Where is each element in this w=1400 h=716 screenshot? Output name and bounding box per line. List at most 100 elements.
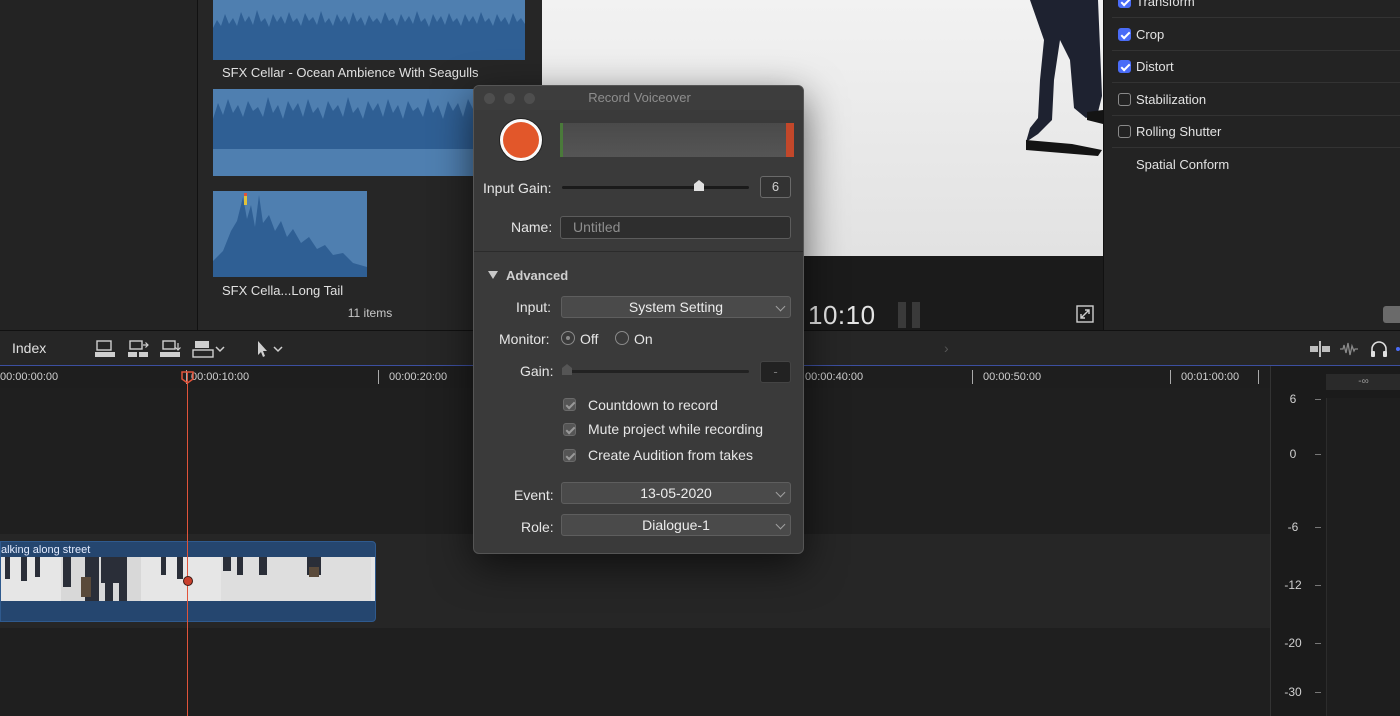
edit-options-chevron-icon[interactable] <box>214 339 226 359</box>
library-sidebar <box>0 0 198 330</box>
inspector-row-distort[interactable]: Distort <box>1112 51 1400 83</box>
clip-label-3: SFX Cella...Long Tail <box>222 283 344 298</box>
solo-indicator <box>1396 347 1400 351</box>
playhead[interactable] <box>187 372 188 716</box>
mute-project-checkbox[interactable] <box>563 423 576 436</box>
audio-meters: -∞ 6 0 -6 -12 -20 -30 <box>1270 366 1400 716</box>
crop-checkbox[interactable] <box>1118 28 1131 41</box>
stabilization-checkbox[interactable] <box>1118 93 1131 106</box>
input-popup[interactable]: System Setting <box>561 296 791 318</box>
ruler-tick <box>378 370 379 384</box>
record-voiceover-dialog: Record Voiceover Input Gain: 6 Name: Unt… <box>473 85 804 554</box>
meter-label: 6 <box>1289 392 1297 406</box>
countdown-checkbox[interactable] <box>563 398 576 411</box>
event-popup-value: 13-05-2020 <box>640 485 712 501</box>
monitor-on-label[interactable]: On <box>634 331 653 347</box>
browser-panel: SFX Cellar - Ocean Ambience With Seagull… <box>0 0 542 330</box>
crop-label: Crop <box>1136 27 1165 42</box>
skimming-icon[interactable] <box>1309 339 1331 359</box>
meter-tick <box>1315 399 1321 400</box>
monitor-off-radio[interactable] <box>561 331 575 345</box>
meter-tick <box>1315 454 1321 455</box>
ruler-label-2: 00:00:20:00 <box>389 371 448 383</box>
create-audition-label[interactable]: Create Audition from takes <box>588 447 753 463</box>
level-meter-red <box>786 123 794 157</box>
waveform-3 <box>213 193 367 277</box>
input-gain-slider[interactable] <box>562 186 749 189</box>
advanced-disclosure[interactable]: Advanced <box>488 268 568 283</box>
rolling-shutter-checkbox[interactable] <box>1118 125 1131 138</box>
fullscreen-icon[interactable] <box>1076 305 1094 323</box>
chevron-down-icon <box>775 301 786 312</box>
inspector-row-rolling-shutter[interactable]: Rolling Shutter <box>1112 116 1400 148</box>
monitor-off-label[interactable]: Off <box>580 331 598 347</box>
transform-checkbox[interactable] <box>1118 0 1131 8</box>
audio-skimming-icon[interactable] <box>1338 339 1360 359</box>
monitor-on-radio[interactable] <box>615 331 629 345</box>
dialog-divider <box>474 251 803 252</box>
ruler-label-4: 00:00:40:00 <box>805 371 864 383</box>
inspector-panel: Transform Crop Distort Stabilization Rol… <box>1103 0 1400 330</box>
headphones-icon[interactable] <box>1368 339 1390 359</box>
gain-label: Gain: <box>520 363 554 379</box>
meter-label: 0 <box>1289 447 1297 461</box>
name-input[interactable]: Untitled <box>560 216 791 239</box>
create-audition-checkbox[interactable] <box>563 449 576 462</box>
distort-checkbox[interactable] <box>1118 60 1131 73</box>
inspector-row-crop[interactable]: Crop <box>1112 19 1400 51</box>
ruler-label-1: 00:00:10:00 <box>191 371 250 383</box>
event-label: Event: <box>514 487 554 503</box>
timecode-separator <box>898 302 922 328</box>
input-label: Input: <box>516 299 552 315</box>
record-button[interactable] <box>499 118 543 162</box>
role-popup[interactable]: Dialogue-1 <box>561 514 791 536</box>
meter-bar <box>1326 398 1400 716</box>
meter-label: -12 <box>1284 578 1302 592</box>
countdown-label[interactable]: Countdown to record <box>588 397 718 413</box>
inspector-save-button[interactable] <box>1383 306 1400 323</box>
insert-clip-icon[interactable] <box>127 339 149 359</box>
role-label: Role: <box>521 519 554 535</box>
meter-label: -6 <box>1287 520 1299 534</box>
ruler-tick <box>972 370 973 384</box>
meter-label: -20 <box>1284 636 1302 650</box>
input-gain-slider-thumb[interactable] <box>693 180 705 192</box>
waveform-1 <box>213 10 525 60</box>
audio-clip-thumbnail-3[interactable] <box>213 191 367 277</box>
spatial-conform-label: Spatial Conform <box>1136 157 1230 172</box>
ruler-label-6: 00:01:00:00 <box>1181 371 1240 383</box>
meter-tick <box>1315 527 1321 528</box>
audio-clip-thumbnail-1[interactable] <box>213 0 525 60</box>
input-gain-value[interactable]: 6 <box>760 176 791 198</box>
audio-clip-thumbnail-2[interactable] <box>213 89 475 176</box>
mute-project-label[interactable]: Mute project while recording <box>588 421 763 437</box>
ruler-label-0: 00:00:00:00 <box>0 371 59 383</box>
transform-label: Transform <box>1136 0 1195 9</box>
chevron-down-icon <box>775 519 786 530</box>
meter-tick <box>1315 643 1321 644</box>
timeline-nav-arrow-icon[interactable]: › <box>944 340 949 356</box>
inspector-row-stabilization[interactable]: Stabilization <box>1112 84 1400 116</box>
timecode-display: 10:10 <box>808 300 876 330</box>
dialog-title: Record Voiceover <box>588 90 691 105</box>
dialog-titlebar[interactable]: Record Voiceover <box>474 86 803 110</box>
monitor-gain-slider-thumb[interactable] <box>561 364 573 376</box>
stabilization-label: Stabilization <box>1136 92 1207 107</box>
monitor-gain-slider[interactable] <box>566 370 749 373</box>
ruler-label-5: 00:00:50:00 <box>983 371 1042 383</box>
event-popup[interactable]: 13-05-2020 <box>561 482 791 504</box>
index-button[interactable]: Index <box>12 340 46 356</box>
monitor-gain-value[interactable]: - <box>760 361 791 383</box>
inspector-row-transform[interactable]: Transform <box>1112 0 1400 18</box>
append-clip-icon[interactable] <box>159 339 181 359</box>
overwrite-clip-icon[interactable] <box>192 339 214 359</box>
chevron-down-icon <box>775 487 786 498</box>
inspector-row-spatial-conform[interactable]: Spatial Conform <box>1112 149 1400 181</box>
distort-label: Distort <box>1136 59 1174 74</box>
ruler-tick <box>1170 370 1171 384</box>
clip-title: alking along street <box>1 544 91 556</box>
meter-tick <box>1315 692 1321 693</box>
playhead-handle-icon[interactable] <box>181 371 194 384</box>
tool-chevron-icon[interactable] <box>272 339 284 359</box>
connect-clip-icon[interactable] <box>94 339 116 359</box>
